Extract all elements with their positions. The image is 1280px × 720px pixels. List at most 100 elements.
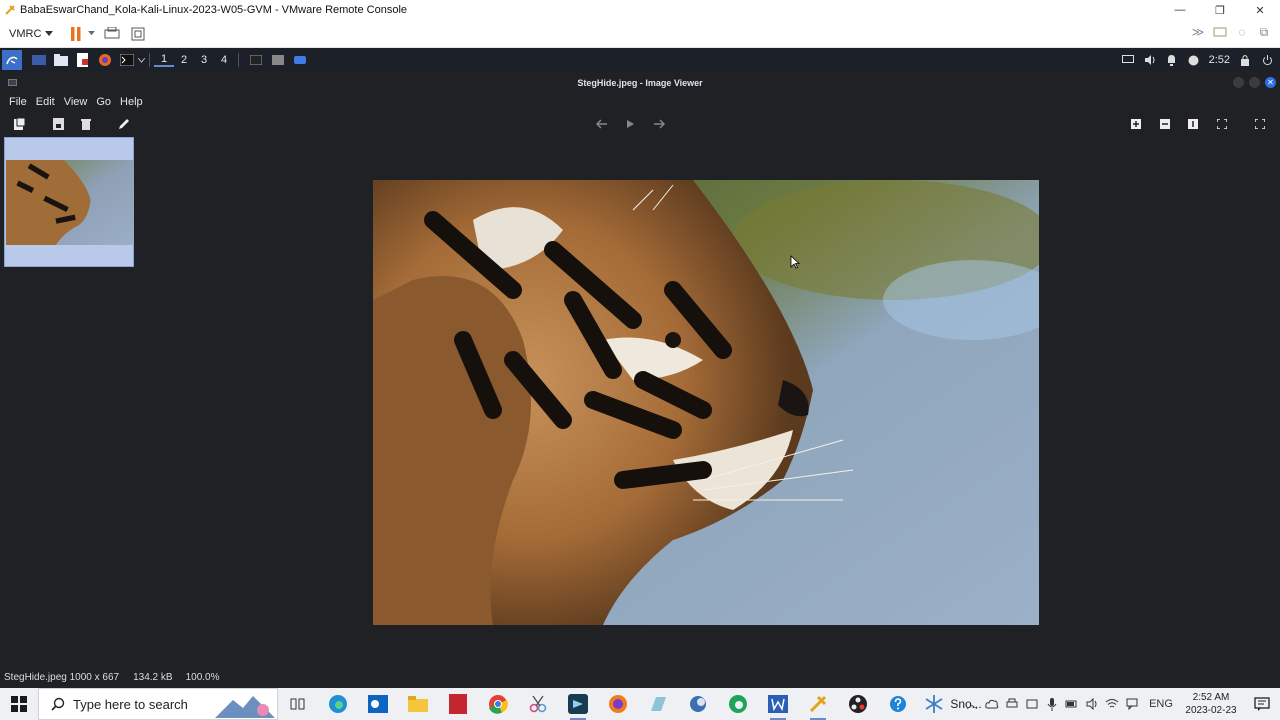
minimize-button[interactable]: — xyxy=(1160,0,1200,20)
panel-clock[interactable]: 2:52 xyxy=(1209,52,1230,68)
window-menu-icon[interactable] xyxy=(8,79,17,86)
outlook-app-button[interactable] xyxy=(358,688,398,720)
next-image-button[interactable] xyxy=(651,116,667,132)
workspace-3-button[interactable]: 3 xyxy=(194,54,214,66)
firefox-app-button[interactable] xyxy=(598,688,638,720)
help-app-button[interactable] xyxy=(878,688,918,720)
vmrc-app-button[interactable] xyxy=(798,688,838,720)
firefox-icon xyxy=(609,695,627,713)
workspace-2-button[interactable]: 2 xyxy=(174,54,194,66)
firefox-button[interactable] xyxy=(96,52,114,68)
taskbar-clock[interactable]: 2:52 AM 2023-02-23 xyxy=(1182,691,1240,717)
kali-menu-button[interactable] xyxy=(2,50,22,70)
task-active-window-button[interactable] xyxy=(291,52,309,68)
menu-go[interactable]: Go xyxy=(96,96,111,108)
close-window-button[interactable]: ✕ xyxy=(1240,0,1280,20)
menu-edit[interactable]: Edit xyxy=(36,96,55,108)
task-image-viewer-button[interactable] xyxy=(269,52,287,68)
zoom-out-button[interactable] xyxy=(1157,116,1173,132)
maximize-circle-button[interactable] xyxy=(1249,77,1260,88)
pause-vm-button[interactable] xyxy=(67,25,85,43)
chrome-app-button[interactable] xyxy=(478,688,518,720)
volume-icon[interactable] xyxy=(1143,52,1157,68)
removable-devices-icon[interactable] xyxy=(1212,24,1228,40)
microphone-icon[interactable] xyxy=(1044,696,1060,712)
expand-icon[interactable]: ≫ xyxy=(1190,24,1206,40)
notes-app-button[interactable] xyxy=(638,688,678,720)
file-manager-button[interactable] xyxy=(52,52,70,68)
sync-icon[interactable]: ◌ xyxy=(1234,24,1250,40)
restore-button[interactable]: ❐ xyxy=(1200,0,1240,20)
kali-top-panel: 1 2 3 4 2:52 xyxy=(0,49,1280,71)
thumbnail-selected[interactable] xyxy=(4,137,134,267)
minimize-circle-button[interactable] xyxy=(1233,77,1244,88)
send-ctrl-alt-del-button[interactable] xyxy=(103,25,121,43)
folder-icon xyxy=(54,54,68,66)
menu-view[interactable]: View xyxy=(64,96,88,108)
lock-icon[interactable] xyxy=(1238,52,1252,68)
battery-icon[interactable] xyxy=(1064,696,1080,712)
workspace-4-button[interactable]: 4 xyxy=(214,54,234,66)
language-indicator[interactable]: ENG xyxy=(1144,696,1178,712)
wifi-icon[interactable] xyxy=(1104,696,1120,712)
word-icon xyxy=(768,695,788,713)
word-app-button[interactable] xyxy=(758,688,798,720)
pdf-app-button[interactable] xyxy=(438,688,478,720)
pencil-icon xyxy=(119,119,129,129)
open-file-button[interactable] xyxy=(11,116,27,132)
image-viewer-statusbar: StegHide.jpeg 1000 x 667 134.2 kB 100.0% xyxy=(0,668,1280,686)
close-circle-button[interactable]: ✕ xyxy=(1265,77,1276,88)
vmrc-menu-button[interactable]: VMRC xyxy=(9,28,54,40)
fullscreen-button[interactable] xyxy=(129,25,147,43)
chat-icon[interactable] xyxy=(1124,696,1140,712)
actual-size-button[interactable] xyxy=(1185,116,1201,132)
obs-app-button[interactable] xyxy=(838,688,878,720)
taskbar-search-box[interactable]: Type here to search xyxy=(38,688,278,720)
clock-date: 2023-02-23 xyxy=(1185,705,1237,716)
workspace-1-button[interactable]: 1 xyxy=(154,53,174,67)
save-copy-button[interactable] xyxy=(50,116,66,132)
file-explorer-app-button[interactable] xyxy=(398,688,438,720)
chevron-up-icon[interactable]: ︿ xyxy=(964,696,980,712)
delete-button[interactable] xyxy=(78,116,94,132)
notifications-icon[interactable] xyxy=(1165,52,1179,68)
cloud-icon[interactable] xyxy=(984,696,1000,712)
fit-window-button[interactable] xyxy=(1214,116,1230,132)
edge-app-button[interactable] xyxy=(318,688,358,720)
previous-image-button[interactable] xyxy=(594,116,610,132)
action-center-button[interactable] xyxy=(1244,697,1280,711)
play-slideshow-button[interactable] xyxy=(622,116,638,132)
image-viewer-icon xyxy=(272,55,284,65)
open-file-icon xyxy=(13,118,25,130)
show-desktop-button[interactable] xyxy=(30,52,48,68)
search-highlight-illustration xyxy=(215,696,275,718)
usb-drive-icon[interactable] xyxy=(1024,696,1040,712)
task-view-button[interactable] xyxy=(278,688,318,720)
edit-button[interactable] xyxy=(116,116,132,132)
printer-icon[interactable] xyxy=(1004,696,1020,712)
start-button[interactable] xyxy=(0,688,38,720)
network-tool-app-button[interactable] xyxy=(678,688,718,720)
power-icon[interactable] xyxy=(1260,52,1274,68)
fullscreen-view-button[interactable] xyxy=(1252,116,1268,132)
vmrc-toolbar: VMRC ≫ ◌ ⧉ xyxy=(0,20,1280,48)
notes-icon xyxy=(651,697,666,711)
search-placeholder: Type here to search xyxy=(73,696,188,712)
display-icon[interactable] xyxy=(1121,52,1135,68)
text-editor-button[interactable] xyxy=(74,52,92,68)
pause-dropdown-button[interactable] xyxy=(87,25,95,43)
image-viewer-title-bar: StegHide.jpeg - Image Viewer ✕ xyxy=(0,73,1280,93)
menu-file[interactable]: File xyxy=(9,96,27,108)
terminal-button[interactable] xyxy=(118,52,136,68)
zoom-in-button[interactable] xyxy=(1128,116,1144,132)
window-title: BabaEswarChand_Kola-Kali-Linux-2023-W05-… xyxy=(20,4,408,16)
edge-dev-app-button[interactable] xyxy=(718,688,758,720)
terminal-dropdown-button[interactable] xyxy=(137,52,145,68)
vmware-app-button[interactable] xyxy=(558,688,598,720)
speaker-icon[interactable] xyxy=(1084,696,1100,712)
unity-icon[interactable]: ⧉ xyxy=(1256,24,1272,40)
task-terminal-button[interactable] xyxy=(247,52,265,68)
menu-help[interactable]: Help xyxy=(120,96,143,108)
snipping-app-button[interactable] xyxy=(518,688,558,720)
folder-icon xyxy=(408,696,428,712)
